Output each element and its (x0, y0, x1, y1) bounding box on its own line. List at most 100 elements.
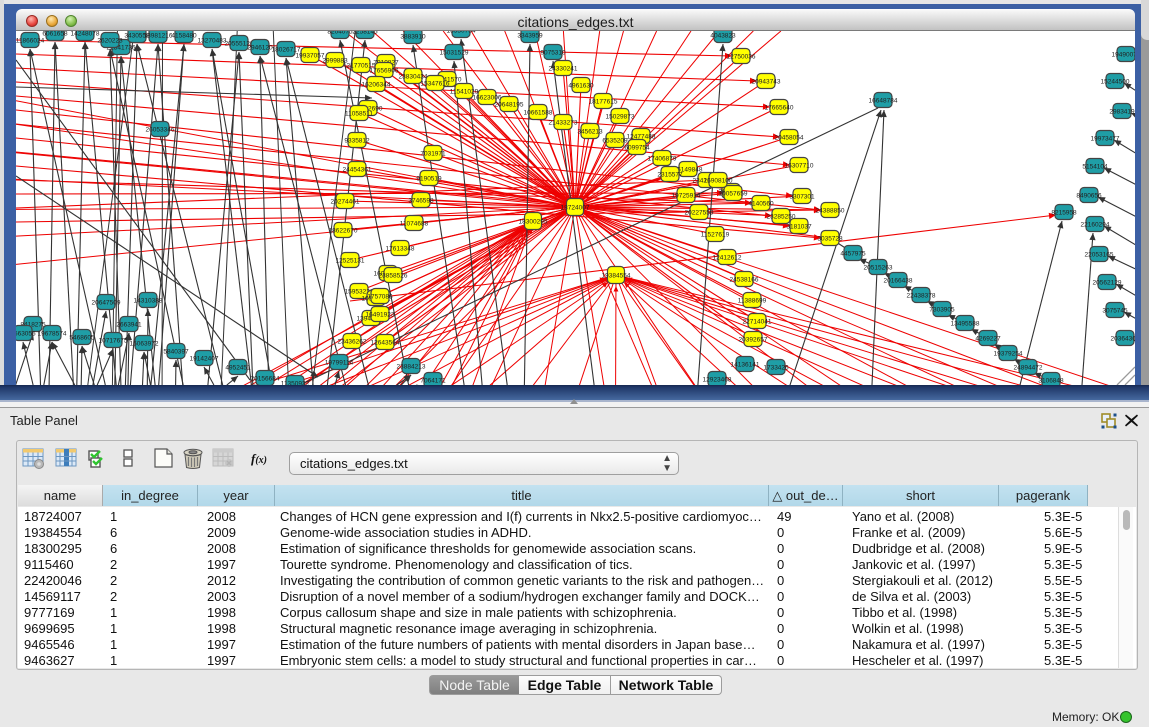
svg-text:3456213: 3456213 (577, 129, 603, 136)
svg-text:3035728: 3035728 (817, 236, 843, 243)
svg-text:7031971: 7031971 (420, 151, 446, 158)
svg-text:23858526: 23858526 (379, 273, 408, 280)
svg-text:23436262: 23436262 (338, 339, 367, 346)
svg-text:4140560: 4140560 (748, 201, 774, 208)
svg-text:4952451: 4952451 (225, 365, 251, 372)
svg-text:3343959: 3343959 (517, 33, 543, 40)
svg-text:10057659: 10057659 (719, 191, 748, 198)
svg-text:19490077: 19490077 (1112, 52, 1135, 59)
svg-text:f(x): f(x) (251, 451, 267, 466)
svg-text:20648195: 20648195 (495, 102, 524, 109)
svg-text:15244500: 15244500 (1101, 79, 1130, 86)
svg-text:20364361: 20364361 (1111, 336, 1135, 343)
svg-text:12525131: 12525131 (336, 258, 365, 265)
svg-text:20562129: 20562129 (1093, 280, 1122, 287)
svg-text:11388699: 11388699 (738, 298, 767, 305)
svg-text:13270483: 13270483 (198, 38, 227, 45)
svg-text:9075310: 9075310 (540, 50, 566, 57)
svg-text:20156684: 20156684 (251, 376, 280, 383)
svg-text:19384554: 19384554 (602, 273, 631, 280)
svg-text:2663941: 2663941 (116, 322, 142, 329)
svg-text:16623006: 16623006 (473, 95, 502, 102)
svg-text:19973477: 19973477 (1091, 136, 1120, 143)
svg-text:9335812: 9335812 (344, 138, 370, 145)
svg-text:4158480: 4158480 (171, 33, 197, 40)
svg-text:8215958: 8215958 (1051, 210, 1077, 217)
svg-text:18724007: 18724007 (561, 205, 590, 212)
svg-text:18622670: 18622670 (329, 228, 358, 235)
svg-text:19725914: 19725914 (672, 193, 701, 200)
svg-text:6535209: 6535209 (602, 138, 628, 145)
svg-text:22438378: 22438378 (907, 293, 936, 300)
svg-text:4269227: 4269227 (975, 336, 1001, 343)
svg-text:12412612: 12412612 (713, 255, 742, 262)
svg-text:16491923: 16491923 (366, 312, 395, 319)
svg-text:11527619: 11527619 (701, 232, 730, 239)
svg-text:1757086: 1757086 (367, 294, 393, 301)
svg-text:22160294: 22160294 (1081, 222, 1110, 229)
svg-text:17656906: 17656906 (370, 68, 399, 75)
svg-text:26053346: 26053346 (146, 127, 175, 134)
svg-text:11074688: 11074688 (400, 221, 429, 228)
svg-text:20943743: 20943743 (752, 79, 781, 86)
svg-text:18300295: 18300295 (519, 219, 548, 226)
svg-text:8204075: 8204075 (327, 31, 353, 36)
svg-text:20392657: 20392657 (739, 337, 768, 344)
svg-text:4043823: 4043823 (710, 33, 736, 40)
svg-text:3307301: 3307301 (789, 194, 815, 201)
svg-text:24330241: 24330241 (549, 66, 578, 73)
svg-text:13495588: 13495588 (951, 321, 980, 328)
svg-text:4961630: 4961630 (568, 83, 594, 90)
svg-text:19799114: 19799114 (325, 360, 354, 367)
svg-text:3746598: 3746598 (408, 198, 434, 205)
svg-text:2983419: 2983419 (1109, 109, 1135, 116)
svg-text:14310388: 14310388 (134, 298, 163, 305)
svg-text:2258145: 2258145 (352, 31, 378, 36)
svg-text:2999883: 2999883 (322, 58, 348, 65)
svg-text:22053165: 22053165 (1085, 252, 1114, 259)
svg-text:14136141: 14136141 (731, 362, 760, 369)
svg-text:20227559: 20227559 (685, 210, 714, 217)
svg-text:7064171: 7064171 (420, 378, 446, 385)
svg-text:7303905: 7303905 (929, 307, 955, 314)
svg-text:12643564: 12643564 (371, 340, 400, 347)
svg-text:1733426: 1733426 (763, 365, 789, 372)
svg-text:15063972: 15063972 (130, 341, 159, 348)
svg-text:19379254: 19379254 (994, 351, 1023, 358)
svg-text:23884213: 23884213 (397, 364, 426, 371)
svg-text:24894472: 24894472 (1014, 365, 1043, 372)
svg-text:6099754: 6099754 (624, 145, 650, 152)
svg-text:17665640: 17665640 (765, 105, 794, 112)
svg-text:3181037: 3181037 (786, 224, 812, 231)
svg-text:10661588: 10661588 (524, 110, 553, 117)
svg-text:2620223: 2620223 (97, 38, 123, 45)
svg-text:16307710: 16307710 (785, 163, 814, 170)
svg-text:19678574: 19678574 (38, 331, 67, 338)
svg-text:16908100: 16908100 (704, 178, 733, 185)
svg-text:15550734: 15550734 (447, 31, 476, 35)
svg-text:5468605: 5468605 (69, 335, 95, 342)
svg-text:18177615: 18177615 (589, 99, 618, 106)
svg-text:3106848: 3106848 (1038, 378, 1064, 385)
svg-text:19142407: 19142407 (190, 356, 219, 363)
svg-text:14248078: 14248078 (71, 31, 100, 38)
svg-text:15031529: 15031529 (440, 50, 469, 57)
svg-text:20647509: 20647509 (92, 300, 121, 307)
svg-text:11058511: 11058511 (345, 111, 373, 118)
svg-text:12923468: 12923468 (703, 377, 732, 384)
svg-text:11866024: 11866024 (16, 38, 45, 45)
svg-text:22714041: 22714041 (743, 319, 772, 326)
svg-text:20515263: 20515263 (864, 265, 893, 272)
svg-text:20458054: 20458054 (775, 135, 804, 142)
svg-text:16648784: 16648784 (869, 98, 898, 105)
svg-text:16206344: 16206344 (362, 82, 391, 89)
svg-text:4457975: 4457975 (840, 251, 866, 258)
svg-text:5154104: 5154104 (1082, 164, 1108, 171)
svg-text:15347616: 15347616 (421, 81, 450, 88)
svg-text:17613348: 17613348 (386, 246, 415, 253)
svg-text:23830434: 23830434 (399, 74, 428, 81)
svg-text:2315577: 2315577 (657, 172, 683, 179)
svg-text:20274461: 20274461 (331, 199, 360, 206)
svg-text:24454361: 24454361 (343, 167, 372, 174)
svg-text:20166438: 20166438 (884, 278, 913, 285)
